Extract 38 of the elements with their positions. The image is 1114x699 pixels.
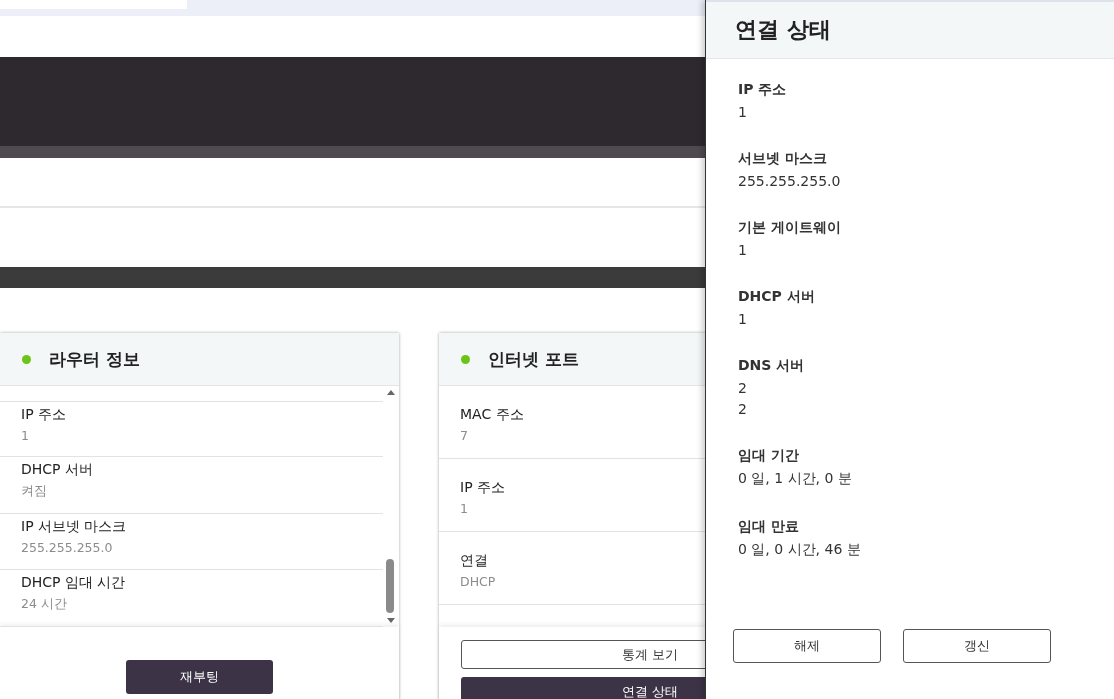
info-value: DHCP	[460, 574, 496, 589]
field-label: DNS 서버	[738, 357, 805, 375]
field-label: 기본 게이트웨이	[738, 219, 841, 237]
field-value: 2	[738, 380, 747, 396]
action-button[interactable]: 해제	[733, 629, 881, 663]
panel-title: 연결 상태	[735, 16, 831, 44]
field-label: 임대 만료	[738, 518, 799, 536]
field-value: 1	[738, 242, 747, 258]
card-title: 라우터 정보	[49, 347, 140, 371]
scroll-up-icon[interactable]	[387, 390, 395, 395]
field-label: 임대 기간	[738, 447, 799, 465]
action-button[interactable]: 갱신	[903, 629, 1051, 663]
field-value: 255.255.255.0	[738, 173, 841, 189]
info-label: IP 주소	[460, 479, 506, 497]
scroll-down-icon[interactable]	[387, 618, 395, 623]
info-label: IP 서브넷 마스크	[21, 517, 127, 536]
info-value: 24 시간	[21, 596, 67, 614]
info-label: IP 주소	[21, 406, 67, 424]
info-label: 연결	[460, 552, 488, 570]
info-label: MAC 주소	[460, 406, 524, 424]
action-button[interactable]: 재부팅	[126, 660, 273, 694]
info-value: 7	[460, 428, 468, 443]
scrollbar-thumb[interactable]	[386, 559, 394, 613]
info-value: 켜짐	[21, 482, 47, 500]
info-label: DHCP 서버	[21, 460, 93, 479]
field-value: 0 일, 0 시간, 46 분	[738, 541, 861, 559]
info-value: 1	[21, 428, 29, 443]
field-label: DHCP 서버	[738, 288, 815, 306]
field-value: 1	[738, 104, 747, 120]
info-value: 1	[460, 501, 468, 516]
field-label: 서브넷 마스크	[738, 150, 827, 168]
card-title: 인터넷 포트	[488, 347, 579, 371]
field-label: IP 주소	[738, 81, 787, 99]
field-value: 2	[738, 401, 747, 417]
field-value: 0 일, 1 시간, 0 분	[738, 470, 852, 488]
info-label: DHCP 임대 시간	[21, 574, 126, 593]
field-value: 1	[738, 311, 747, 327]
info-value: 255.255.255.0	[21, 539, 113, 555]
